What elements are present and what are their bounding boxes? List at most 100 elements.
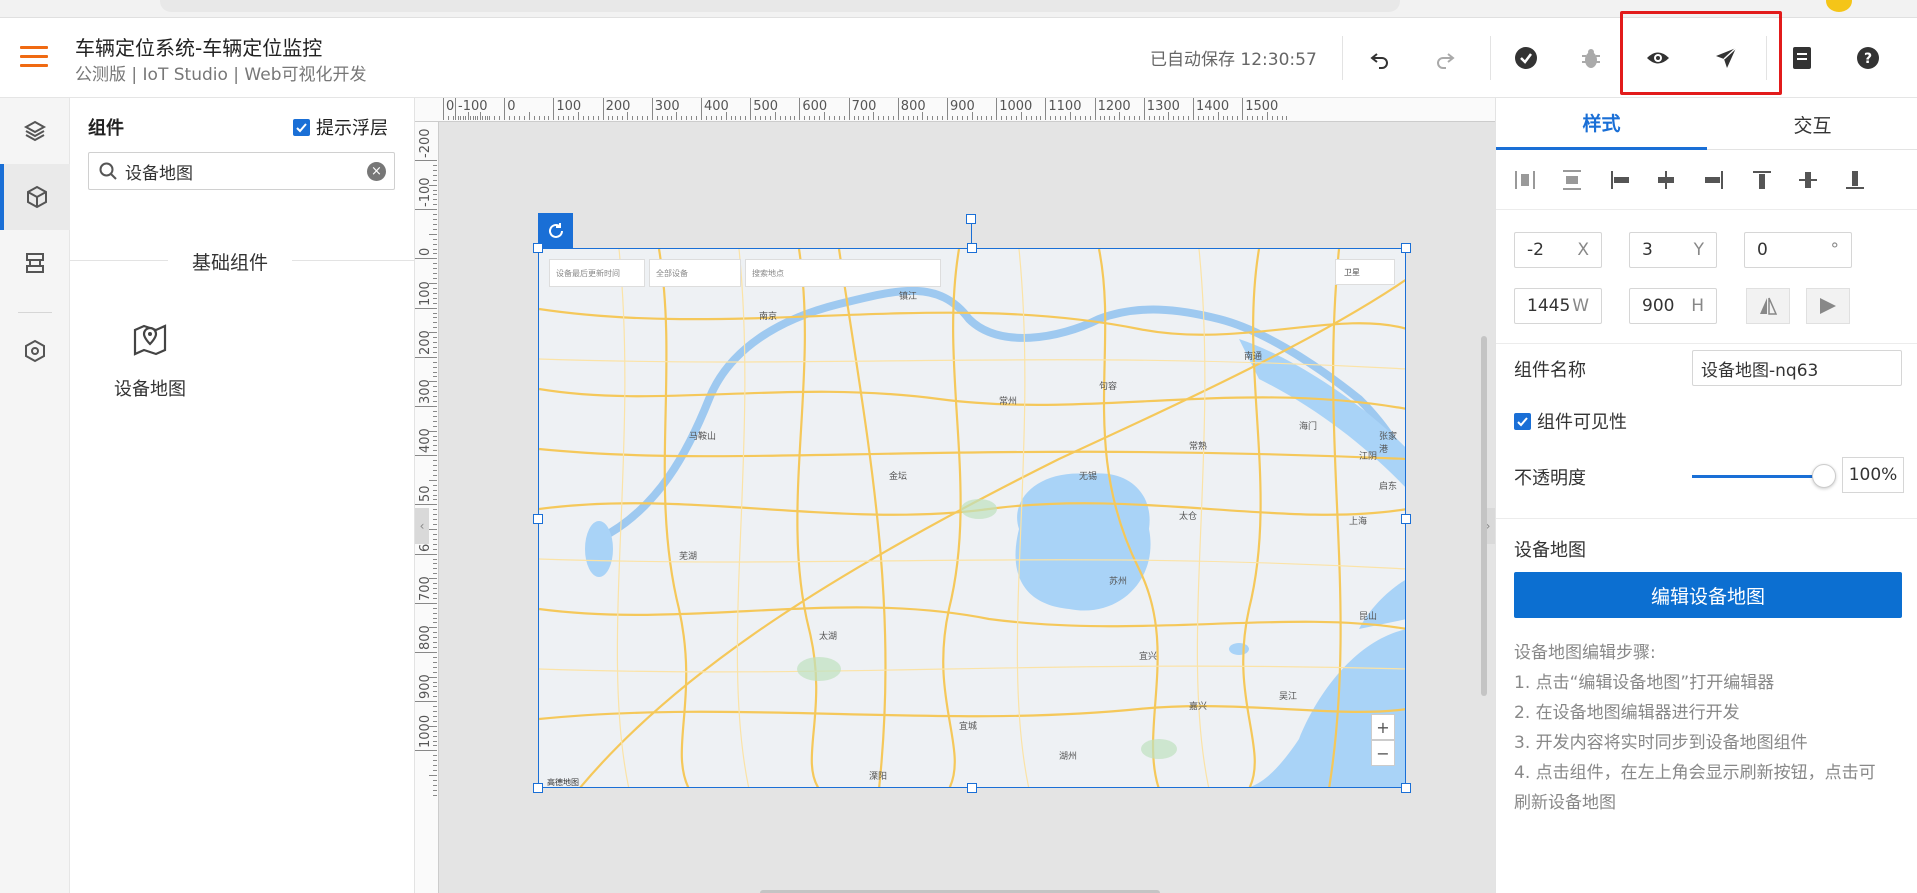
- ruler-minor-tick: [1104, 116, 1106, 120]
- ruler-minor-tick: [1252, 116, 1254, 120]
- ruler-minor-tick: [735, 116, 737, 120]
- ruler-minor-tick: [494, 116, 496, 120]
- resize-handle-bl[interactable]: [533, 783, 543, 793]
- ruler-minor-tick: [433, 435, 437, 437]
- resize-handle-tl[interactable]: [533, 243, 543, 253]
- settings-hex-icon[interactable]: [0, 318, 70, 384]
- vertical-scrollbar[interactable]: [1481, 336, 1487, 696]
- distribute-vertical-icon[interactable]: [1558, 166, 1586, 194]
- ruler-major-tick: [415, 258, 437, 260]
- ruler-minor-tick: [828, 116, 830, 120]
- ruler-minor-tick: [1119, 112, 1121, 120]
- opacity-slider-track[interactable]: [1692, 475, 1822, 478]
- tab-style[interactable]: 样式: [1496, 98, 1707, 150]
- ruler-minor-tick: [671, 116, 673, 120]
- flip-vertical-icon[interactable]: [1806, 288, 1850, 324]
- component-name-input[interactable]: 设备地图-nq63: [1692, 350, 1902, 386]
- ruler-minor-tick: [433, 410, 437, 412]
- ruler-minor-tick: [755, 116, 757, 120]
- align-right-icon[interactable]: [1700, 166, 1728, 194]
- ruler-minor-tick: [429, 775, 437, 776]
- hamburger-menu-icon[interactable]: [20, 46, 48, 70]
- steps-title: 设备地图编辑步骤:: [1514, 643, 1656, 663]
- hint-overlay-checkbox[interactable]: 提示浮层: [293, 114, 388, 140]
- svg-text:?: ?: [1864, 51, 1872, 67]
- height-field[interactable]: 900 H: [1629, 288, 1717, 324]
- component-label: 设备地图: [114, 379, 186, 400]
- map-filter-devices[interactable]: 全部设备: [649, 259, 741, 287]
- resize-handle-r[interactable]: [1401, 514, 1411, 524]
- align-middle-v-icon[interactable]: [1794, 166, 1822, 194]
- rotation-field[interactable]: 0 °: [1744, 232, 1852, 268]
- height-unit: H: [1691, 296, 1704, 316]
- align-left-icon[interactable]: [1606, 166, 1634, 194]
- clear-search-icon[interactable]: ×: [367, 162, 386, 181]
- rotation-handle[interactable]: [966, 214, 976, 224]
- ruler-major-tick: [553, 98, 555, 120]
- map-place-label: 南通: [1244, 352, 1263, 362]
- document-icon[interactable]: [1786, 42, 1818, 74]
- layers-icon[interactable]: [0, 98, 70, 164]
- flip-horizontal-icon[interactable]: [1746, 288, 1790, 324]
- ruler-minor-tick: [477, 116, 479, 120]
- ruler-minor-tick: [696, 116, 698, 120]
- help-icon[interactable]: ?: [1852, 42, 1884, 74]
- position-x-field[interactable]: -2 X: [1514, 232, 1602, 268]
- address-bar[interactable]: [160, 0, 1400, 12]
- ruler-minor-tick: [433, 765, 437, 767]
- ruler-label: 800: [418, 625, 433, 650]
- ruler-minor-tick: [433, 327, 437, 329]
- position-y-field[interactable]: 3Y: [1629, 232, 1717, 268]
- map-search-places[interactable]: 搜索地点: [745, 259, 941, 287]
- map-attribution: 高德地图: [547, 778, 579, 787]
- ruler-minor-tick: [433, 351, 437, 353]
- redo-icon[interactable]: [1429, 42, 1461, 74]
- ruler-minor-tick: [1084, 116, 1086, 120]
- check-circle-icon[interactable]: [1510, 42, 1542, 74]
- ruler-minor-tick: [484, 116, 486, 120]
- ruler-minor-tick: [710, 116, 712, 120]
- resize-handle-l[interactable]: [533, 514, 543, 524]
- edit-device-map-button[interactable]: 编辑设备地图: [1514, 572, 1902, 618]
- visibility-checkbox[interactable]: 组件可见性: [1514, 408, 1627, 434]
- ruler-major-tick: [1094, 98, 1096, 120]
- profile-avatar[interactable]: [1826, 0, 1852, 12]
- component-name-label: 组件名称: [1514, 360, 1586, 381]
- ruler-minor-tick: [1261, 116, 1263, 120]
- debug-bug-icon[interactable]: [1575, 42, 1607, 74]
- align-bottom-icon[interactable]: [1841, 166, 1869, 194]
- width-value: 1445: [1527, 296, 1571, 316]
- width-field[interactable]: 1445 W: [1514, 288, 1602, 324]
- component-search[interactable]: ×: [88, 152, 395, 190]
- opacity-value-field[interactable]: 100%: [1842, 457, 1904, 493]
- zoom-in-button[interactable]: +: [1371, 714, 1395, 740]
- layout-icon[interactable]: [0, 230, 70, 296]
- zoom-out-button[interactable]: −: [1371, 740, 1395, 766]
- map-filter-updated[interactable]: 设备最后更新时间: [549, 259, 645, 287]
- device-map-component[interactable]: 设备地图: [100, 320, 200, 410]
- resize-handle-br[interactable]: [1401, 783, 1411, 793]
- resize-handle-t[interactable]: [967, 243, 977, 253]
- ruler-major-tick: [602, 98, 604, 120]
- refresh-map-icon[interactable]: [538, 213, 573, 248]
- distribute-horizontal-icon[interactable]: [1511, 166, 1539, 194]
- ruler-minor-tick: [543, 116, 545, 120]
- search-input[interactable]: [125, 161, 335, 181]
- ruler-minor-tick: [1153, 116, 1155, 120]
- resize-handle-tr[interactable]: [1401, 243, 1411, 253]
- ruler-minor-tick: [433, 519, 437, 521]
- opacity-slider-thumb[interactable]: [1812, 464, 1836, 488]
- collapse-left-icon[interactable]: ‹: [415, 508, 429, 544]
- satellite-toggle[interactable]: 卫星: [1335, 259, 1395, 285]
- ruler-minor-tick: [433, 440, 437, 442]
- ruler-minor-tick: [433, 465, 437, 467]
- align-center-h-icon[interactable]: [1652, 166, 1680, 194]
- align-top-icon[interactable]: [1748, 166, 1776, 194]
- editor-canvas[interactable]: 0 -100 0 100 200 300 400 500 600 700 800 900 1000 110…: [415, 98, 1495, 893]
- tab-interaction[interactable]: 交互: [1707, 98, 1917, 150]
- ruler-minor-tick: [433, 607, 437, 609]
- components-cube-icon[interactable]: [0, 164, 70, 230]
- resize-handle-b[interactable]: [967, 783, 977, 793]
- undo-icon[interactable]: [1364, 42, 1396, 74]
- device-map-widget[interactable]: 设备最后更新时间 全部设备 搜索地点 卫星 镇江 南京 马鞍山 芜湖 常州 无锡 苏州 上海 南…: [538, 248, 1406, 788]
